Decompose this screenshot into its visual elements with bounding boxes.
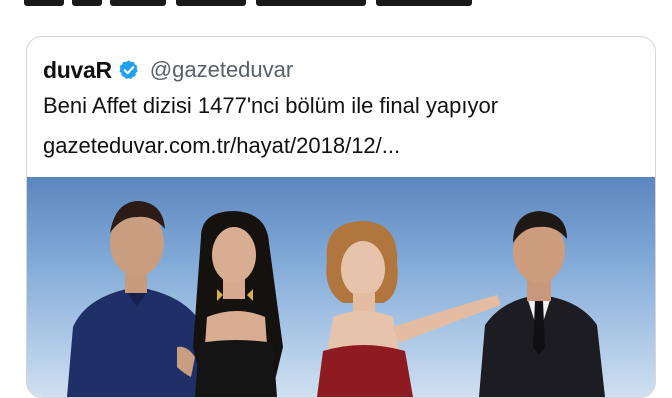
tweet-photo[interactable] <box>27 177 655 397</box>
person-woman-left <box>193 211 283 397</box>
tweet-text: Beni Affet dizisi 1477'nci bölüm ile fin… <box>43 93 499 118</box>
display-name[interactable]: duvaR <box>43 57 112 84</box>
verified-badge-icon <box>119 60 138 79</box>
person-woman-center <box>317 221 501 397</box>
previous-tweet-text-fragment <box>0 0 672 12</box>
user-handle[interactable]: @gazeteduvar <box>150 57 293 83</box>
person-man-left <box>67 201 209 397</box>
tweet-link[interactable]: gazeteduvar.com.tr/hayat/2018/12/... <box>43 133 400 159</box>
quoted-tweet-card[interactable]: duvaR @gazeteduvar Beni Affet dizisi 147… <box>26 36 656 398</box>
cast-photo-illustration <box>67 201 605 397</box>
tweet-header: duvaR @gazeteduvar <box>43 55 293 85</box>
